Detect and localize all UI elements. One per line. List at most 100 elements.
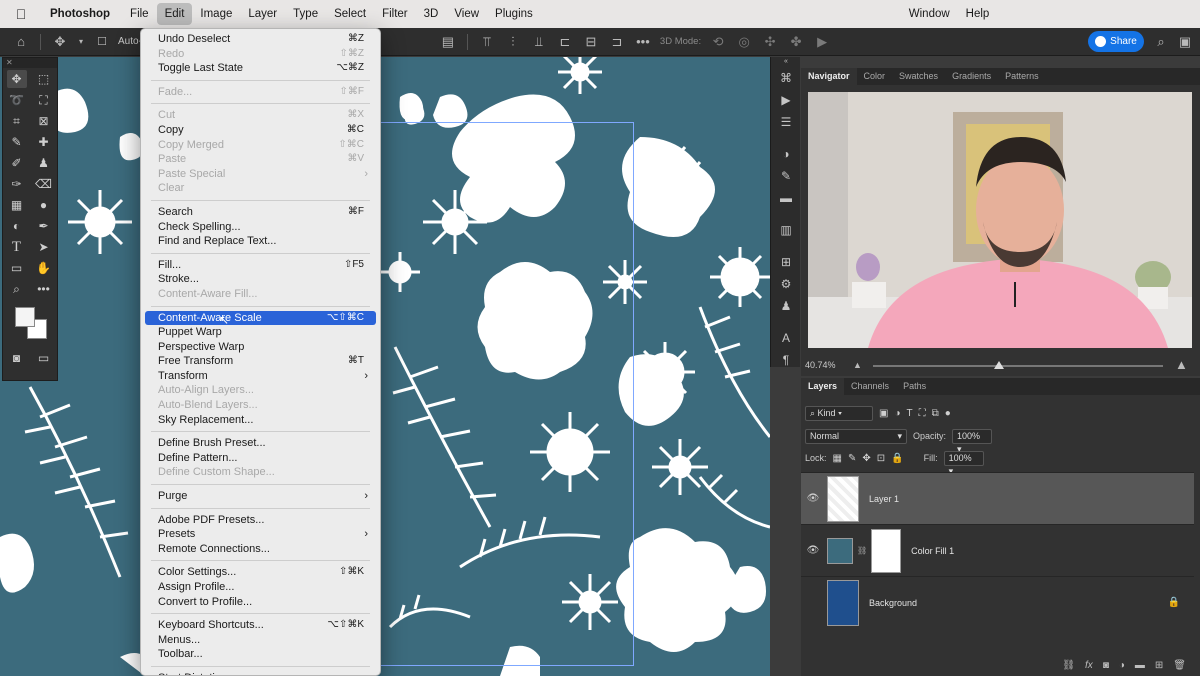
quick-mask-icon[interactable]: ◙ <box>7 349 27 367</box>
tab-patterns[interactable]: Patterns <box>998 68 1046 85</box>
document-canvas[interactable] <box>0 57 770 676</box>
link-layers-icon[interactable]: ⛓ <box>1062 660 1075 671</box>
layer-comps-icon[interactable]: ⊞ <box>771 251 801 273</box>
character-panel-icon[interactable]: A <box>771 327 801 349</box>
object-select-tool-icon[interactable]: ⛶ <box>34 91 54 109</box>
tab-paths[interactable]: Paths <box>896 378 933 395</box>
edit-menu-item-toolbar[interactable]: Toolbar... <box>141 647 380 662</box>
tools-panel-header[interactable]: ✕ <box>3 58 57 68</box>
edit-menu-item-convert-to-profile[interactable]: Convert to Profile... <box>141 595 380 610</box>
more-options-icon[interactable]: ••• <box>634 33 652 51</box>
pen-tool-icon[interactable]: ✒ <box>34 217 54 235</box>
gradient-tool-icon[interactable]: ▦ <box>7 196 27 214</box>
menu-help[interactable]: Help <box>958 3 998 25</box>
stamp-tool-icon[interactable]: ♟ <box>34 154 54 172</box>
path-select-tool-icon[interactable]: ➤ <box>34 238 54 256</box>
dock-collapse-icon[interactable]: « <box>771 57 801 67</box>
actions-panel-icon[interactable]: ▶ <box>771 89 801 111</box>
adjustments-panel-icon[interactable]: ◑ <box>771 143 801 165</box>
edit-menu-item-define-brush-preset[interactable]: Define Brush Preset... <box>141 436 380 451</box>
zoom-slider-handle[interactable] <box>994 361 1004 369</box>
menu-app-name[interactable]: Photoshop <box>42 3 118 25</box>
healing-brush-tool-icon[interactable]: ✚ <box>34 133 54 151</box>
more-tools-icon[interactable]: ••• <box>34 280 54 298</box>
filter-shape-icon[interactable]: ⛶ <box>919 408 926 419</box>
3d-slide-icon[interactable]: ✤ <box>787 33 805 51</box>
lasso-tool-icon[interactable]: ➰ <box>7 91 27 109</box>
brushes-panel-icon[interactable]: ✎ <box>771 165 801 187</box>
add-mask-icon[interactable]: ◙ <box>1103 660 1109 671</box>
edit-menu-item-menus[interactable]: Menus... <box>141 633 380 648</box>
edit-menu-item-presets[interactable]: Presets › <box>141 527 380 542</box>
lock-all-icon[interactable]: 🔒 <box>891 453 903 464</box>
menu-edit[interactable]: Edit <box>156 3 193 25</box>
zoom-out-icon[interactable]: ▲ <box>853 360 862 370</box>
tab-channels[interactable]: Channels <box>844 378 896 395</box>
layer-row-layer-1[interactable]: 👁 Layer 1 <box>801 472 1194 524</box>
navigator-preview[interactable] <box>808 92 1192 348</box>
zoom-slider[interactable] <box>873 365 1163 367</box>
tab-color[interactable]: Color <box>857 68 893 85</box>
align-hcenter-icon[interactable]: ⊟ <box>582 33 600 51</box>
menu-layer[interactable]: Layer <box>240 3 285 25</box>
filter-type-icon[interactable]: T <box>907 408 913 419</box>
edit-menu-item-puppet-warp[interactable]: Puppet Warp <box>141 325 380 340</box>
group-folder-icon[interactable]: ▬ <box>1135 660 1145 671</box>
blur-tool-icon[interactable]: ● <box>34 196 54 214</box>
auto-select-checkbox[interactable]: ☐ <box>93 33 111 51</box>
adjustment-layer-icon[interactable]: ◑ <box>1119 660 1125 671</box>
edit-menu-item-define-pattern[interactable]: Define Pattern... <box>141 451 380 466</box>
history-brush-tool-icon[interactable]: ✑ <box>7 175 27 193</box>
crop-tool-icon[interactable]: ⌗ <box>7 112 27 130</box>
filter-pixel-icon[interactable]: ▣ <box>879 408 888 419</box>
layer-row-color-fill-1[interactable]: 👁 ⛓ Color Fill 1 <box>801 524 1194 576</box>
histogram-panel-icon[interactable]: ▥ <box>771 219 801 241</box>
frame-tool-icon[interactable]: ⊠ <box>34 112 54 130</box>
distribute-icon[interactable]: ▤ <box>439 33 457 51</box>
new-layer-icon[interactable]: ⊞ <box>1155 660 1163 671</box>
comments-panel-icon[interactable]: ▬ <box>771 187 801 209</box>
blend-mode-select[interactable]: Normal ▾ <box>805 428 907 444</box>
filter-toggle-icon[interactable]: ● <box>945 408 951 419</box>
type-tool-icon[interactable]: T <box>7 238 27 256</box>
align-bottom-icon[interactable]: ⫫ <box>530 33 548 51</box>
edit-menu-item-remote-connections[interactable]: Remote Connections... <box>141 542 380 557</box>
edit-menu-item-copy[interactable]: Copy ⌘C <box>141 123 380 138</box>
eraser-tool-icon[interactable]: ⌫ <box>34 175 54 193</box>
paragraph-panel-icon[interactable]: ¶ <box>771 349 801 371</box>
menu-window[interactable]: Window <box>901 3 958 25</box>
share-button[interactable]: Share <box>1088 31 1144 52</box>
edit-menu-item-assign-profile[interactable]: Assign Profile... <box>141 580 380 595</box>
properties-panel-icon[interactable]: ☰ <box>771 111 801 133</box>
3d-orbit-icon[interactable]: ⟲ <box>709 33 727 51</box>
eyedropper-tool-icon[interactable]: ✎ <box>7 133 27 151</box>
edit-menu-item-check-spelling[interactable]: Check Spelling... <box>141 220 380 235</box>
lock-image-icon[interactable]: ✎ <box>848 453 856 464</box>
zoom-tool-icon[interactable]: ⌕ <box>7 280 27 298</box>
edit-menu-item-transform[interactable]: Transform › <box>141 369 380 384</box>
menu-view[interactable]: View <box>446 3 487 25</box>
chevron-down-icon[interactable]: ▾ <box>77 33 85 51</box>
filter-smart-object-icon[interactable]: ⧉ <box>932 408 939 419</box>
layer-kind-filter[interactable]: ⌕ Kind ▾ <box>805 405 873 421</box>
apple-icon[interactable]:  <box>0 6 42 22</box>
edit-menu-item-stroke[interactable]: Stroke... <box>141 272 380 287</box>
move-tool-icon[interactable]: ✥ <box>6 69 27 88</box>
visibility-eye-icon[interactable]: 👁 <box>801 545 825 556</box>
edit-menu-item-free-transform[interactable]: Free Transform ⌘T <box>141 354 380 369</box>
edit-menu-item-color-settings[interactable]: Color Settings... ⇧⌘K <box>141 565 380 580</box>
workspace-icon[interactable]: ▣ <box>1176 33 1194 51</box>
layer-mask-thumbnail[interactable] <box>871 528 902 573</box>
rectangle-tool-icon[interactable]: ▭ <box>7 259 27 277</box>
opacity-field[interactable]: 100% ▾ <box>952 428 993 454</box>
menu-type[interactable]: Type <box>285 3 326 25</box>
foreground-color-swatch[interactable] <box>15 307 35 327</box>
edit-menu-item-toggle-last-state[interactable]: Toggle Last State ⌥⌘Z <box>141 61 380 76</box>
search-icon[interactable]: ⌕ <box>1152 33 1170 51</box>
fill-field[interactable]: 100% ▾ <box>943 450 984 476</box>
navigator-zoom-value[interactable]: 40.74% <box>805 360 836 370</box>
menu-image[interactable]: Image <box>192 3 240 25</box>
edit-menu-item-content-aware-scale[interactable]: Content-Aware Scale ⌥⇧⌘C ↖ <box>145 310 376 327</box>
edit-menu-item-search[interactable]: Search ⌘F <box>141 205 380 220</box>
lock-position-icon[interactable]: ✥ <box>862 453 870 464</box>
